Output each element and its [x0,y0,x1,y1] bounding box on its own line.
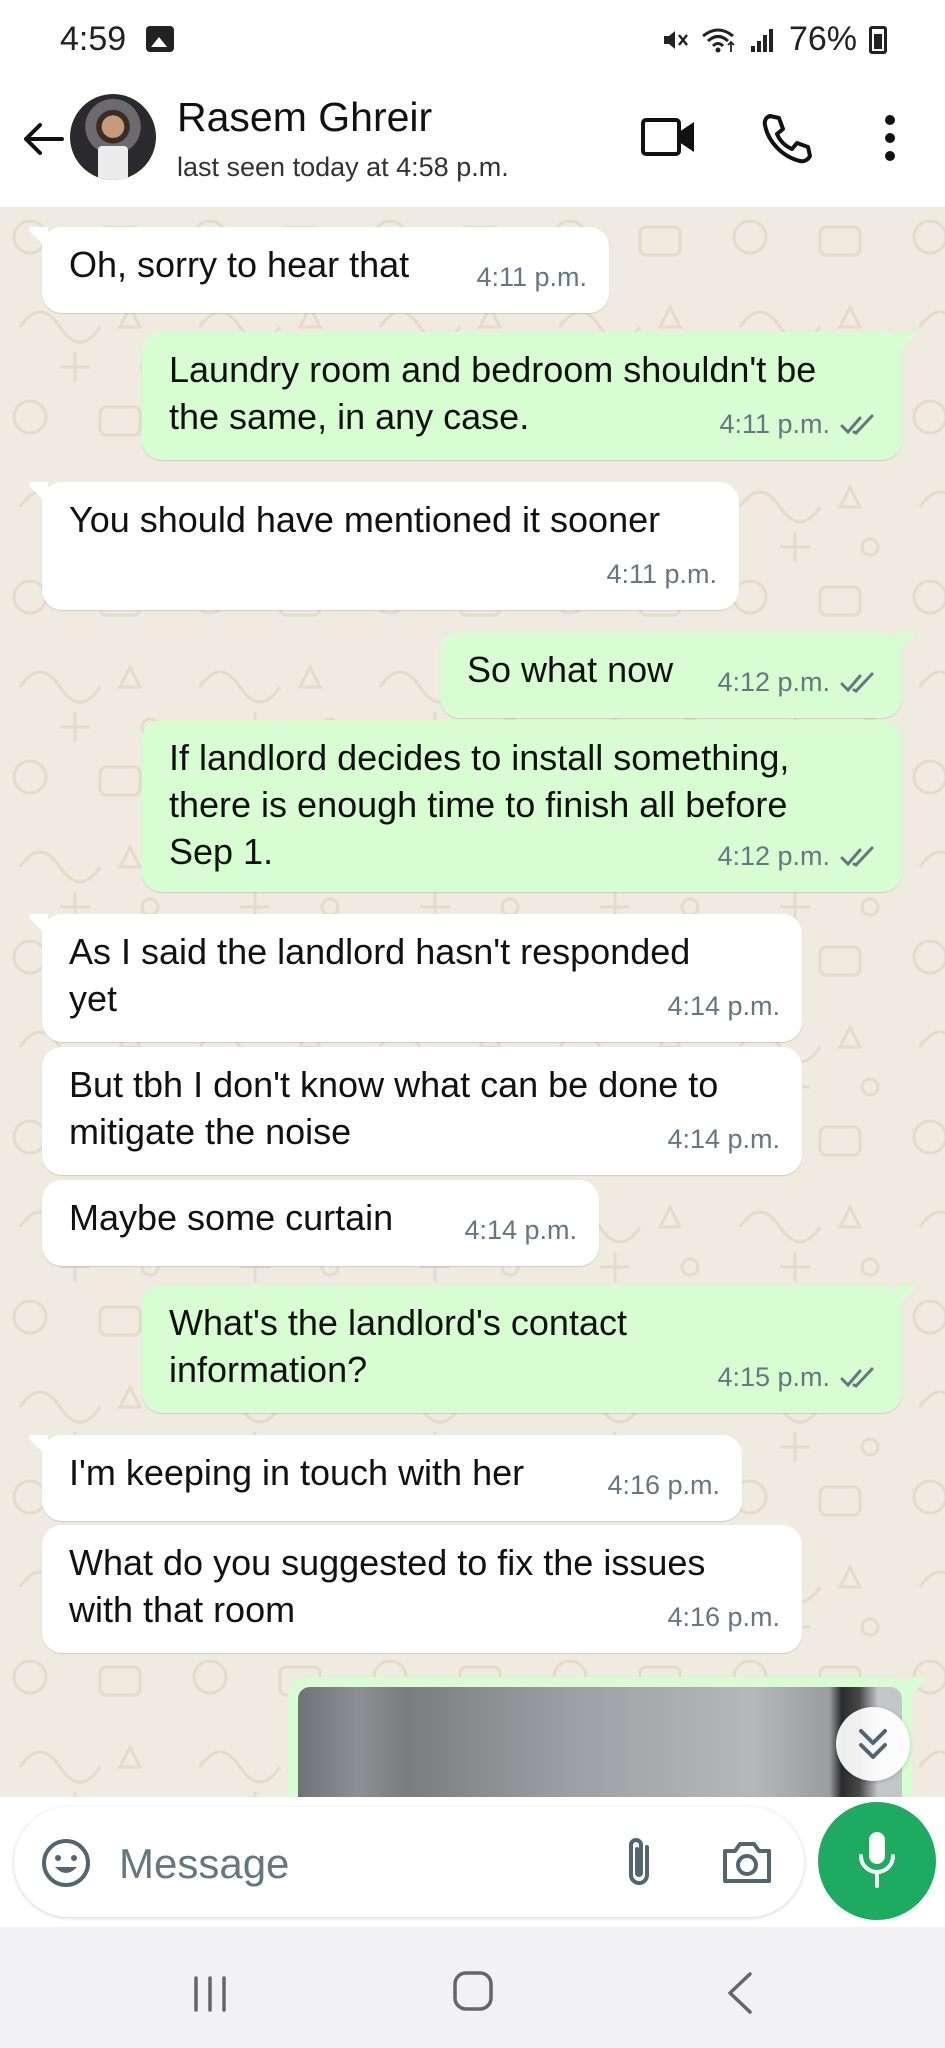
message-bubble-incoming[interactable]: Maybe some curtain 4:14 p.m. [42,1180,599,1266]
composer-bar: Message [0,1797,945,1927]
read-ticks-icon [840,672,874,693]
message-text: What's the landlord's contact informatio… [169,1302,627,1390]
gallery-icon [146,26,174,52]
message-bubble-incoming[interactable]: I'm keeping in touch with her 4:16 p.m. [28,1435,742,1521]
message-bubble-outgoing[interactable]: So what now 4:12 p.m. [440,632,916,718]
double-chevron-down-icon [859,1729,887,1759]
message-bubble-outgoing[interactable]: If landlord decides to install something… [142,720,902,892]
message-bubble-outgoing[interactable]: Laundry room and bedroom shouldn't be th… [142,332,916,460]
message-text: So what now [467,649,674,690]
message-text: As I said the landlord hasn't responded … [69,931,691,1019]
message-input-container[interactable]: Message [14,1807,804,1917]
message-bubble-incoming[interactable]: What do you suggested to fix the issues … [42,1525,802,1653]
message-bubble-incoming[interactable]: But tbh I don't know what can be done to… [42,1047,802,1175]
battery-icon [869,25,887,54]
message-meta: 4:14 p.m. [667,1116,780,1163]
chat-header: Rasem Ghreir last seen today at 4:58 p.m… [0,82,945,207]
home-icon[interactable] [452,1970,494,2012]
message-time: 4:16 p.m. [667,1602,780,1632]
status-icons: 76% [661,20,887,59]
back-icon[interactable] [722,1970,758,2016]
muted-icon [663,30,688,49]
bubble-tail [896,332,916,354]
image-preview[interactable] [298,1687,902,1797]
bubble-tail [28,914,48,936]
message-meta: 4:15 p.m. [717,1354,880,1401]
message-meta: 4:11 p.m. [476,254,587,301]
status-bar: 4:59 76% [0,0,945,82]
emoji-icon[interactable] [40,1837,92,1889]
message-text: Maybe some curtain [69,1197,394,1238]
message-time: 4:11 p.m. [476,262,587,292]
bubble-tail [28,1435,48,1457]
message-meta: 4:16 p.m. [667,1594,780,1641]
read-ticks-icon [840,846,874,867]
message-text: If landlord decides to install something… [169,737,790,872]
read-ticks-icon [840,414,874,435]
avatar[interactable] [70,94,156,180]
message-meta: 4:16 p.m. [607,1462,720,1509]
message-text: You should have mentioned it sooner [69,499,661,540]
message-bubble-outgoing[interactable]: What's the landlord's contact informatio… [142,1285,916,1413]
message-time: 4:15 p.m. [717,1362,830,1392]
signal-icon [750,28,773,52]
more-options-icon[interactable] [878,112,902,164]
message-time: 4:12 p.m. [717,841,830,871]
message-bubble-incoming[interactable]: Oh, sorry to hear that 4:11 p.m. [28,227,609,313]
message-time: 4:12 p.m. [717,667,830,697]
bubble-tail [28,482,48,504]
message-text: I'm keeping in touch with her [69,1452,525,1493]
message-meta: 4:11 p.m. [606,551,717,598]
back-arrow-icon[interactable] [18,114,68,164]
message-meta: 4:14 p.m. [464,1207,577,1254]
bubble-tail [28,227,48,249]
message-bubble-incoming[interactable]: You should have mentioned it sooner 4:11… [28,482,739,610]
status-time: 4:59 [60,20,127,58]
message-meta: 4:12 p.m. [717,833,880,880]
mic-icon [859,1832,895,1888]
wifi-icon [702,28,735,52]
message-time: 4:16 p.m. [607,1470,720,1500]
chat-area[interactable]: Oh, sorry to hear that 4:11 p.m. Laundry… [0,207,945,1797]
camera-icon[interactable] [720,1837,774,1887]
message-text: But tbh I don't know what can be done to… [69,1064,719,1152]
message-meta: 4:14 p.m. [667,983,780,1030]
attach-icon[interactable] [619,1833,659,1891]
message-text: Oh, sorry to hear that [69,244,410,285]
message-time: 4:11 p.m. [719,409,830,439]
recents-icon[interactable] [188,1972,232,2016]
message-meta: 4:12 p.m. [717,659,880,706]
battery-percent: 76% [788,20,857,58]
message-time: 4:14 p.m. [667,991,780,1021]
bubble-tail [906,1677,926,1699]
voice-call-icon[interactable] [760,112,812,164]
video-call-icon[interactable] [640,112,698,162]
bubble-tail [896,1285,916,1307]
read-ticks-icon [840,1367,874,1388]
bubble-tail [896,632,916,654]
scroll-to-bottom-button[interactable] [836,1707,910,1781]
message-time: 4:14 p.m. [464,1215,577,1245]
contact-name[interactable]: Rasem Ghreir [177,94,432,141]
message-time: 4:14 p.m. [667,1124,780,1154]
voice-message-button[interactable] [818,1802,936,1920]
image-message-bubble[interactable] [288,1677,926,1797]
contact-last-seen[interactable]: last seen today at 4:58 p.m. [177,152,509,183]
system-nav-bar [0,1927,945,2048]
message-meta: 4:11 p.m. [719,401,880,448]
message-input[interactable]: Message [119,1840,289,1888]
message-bubble-incoming[interactable]: As I said the landlord hasn't responded … [28,914,802,1042]
message-time: 4:11 p.m. [606,559,717,589]
message-text: What do you suggested to fix the issues … [69,1542,706,1630]
